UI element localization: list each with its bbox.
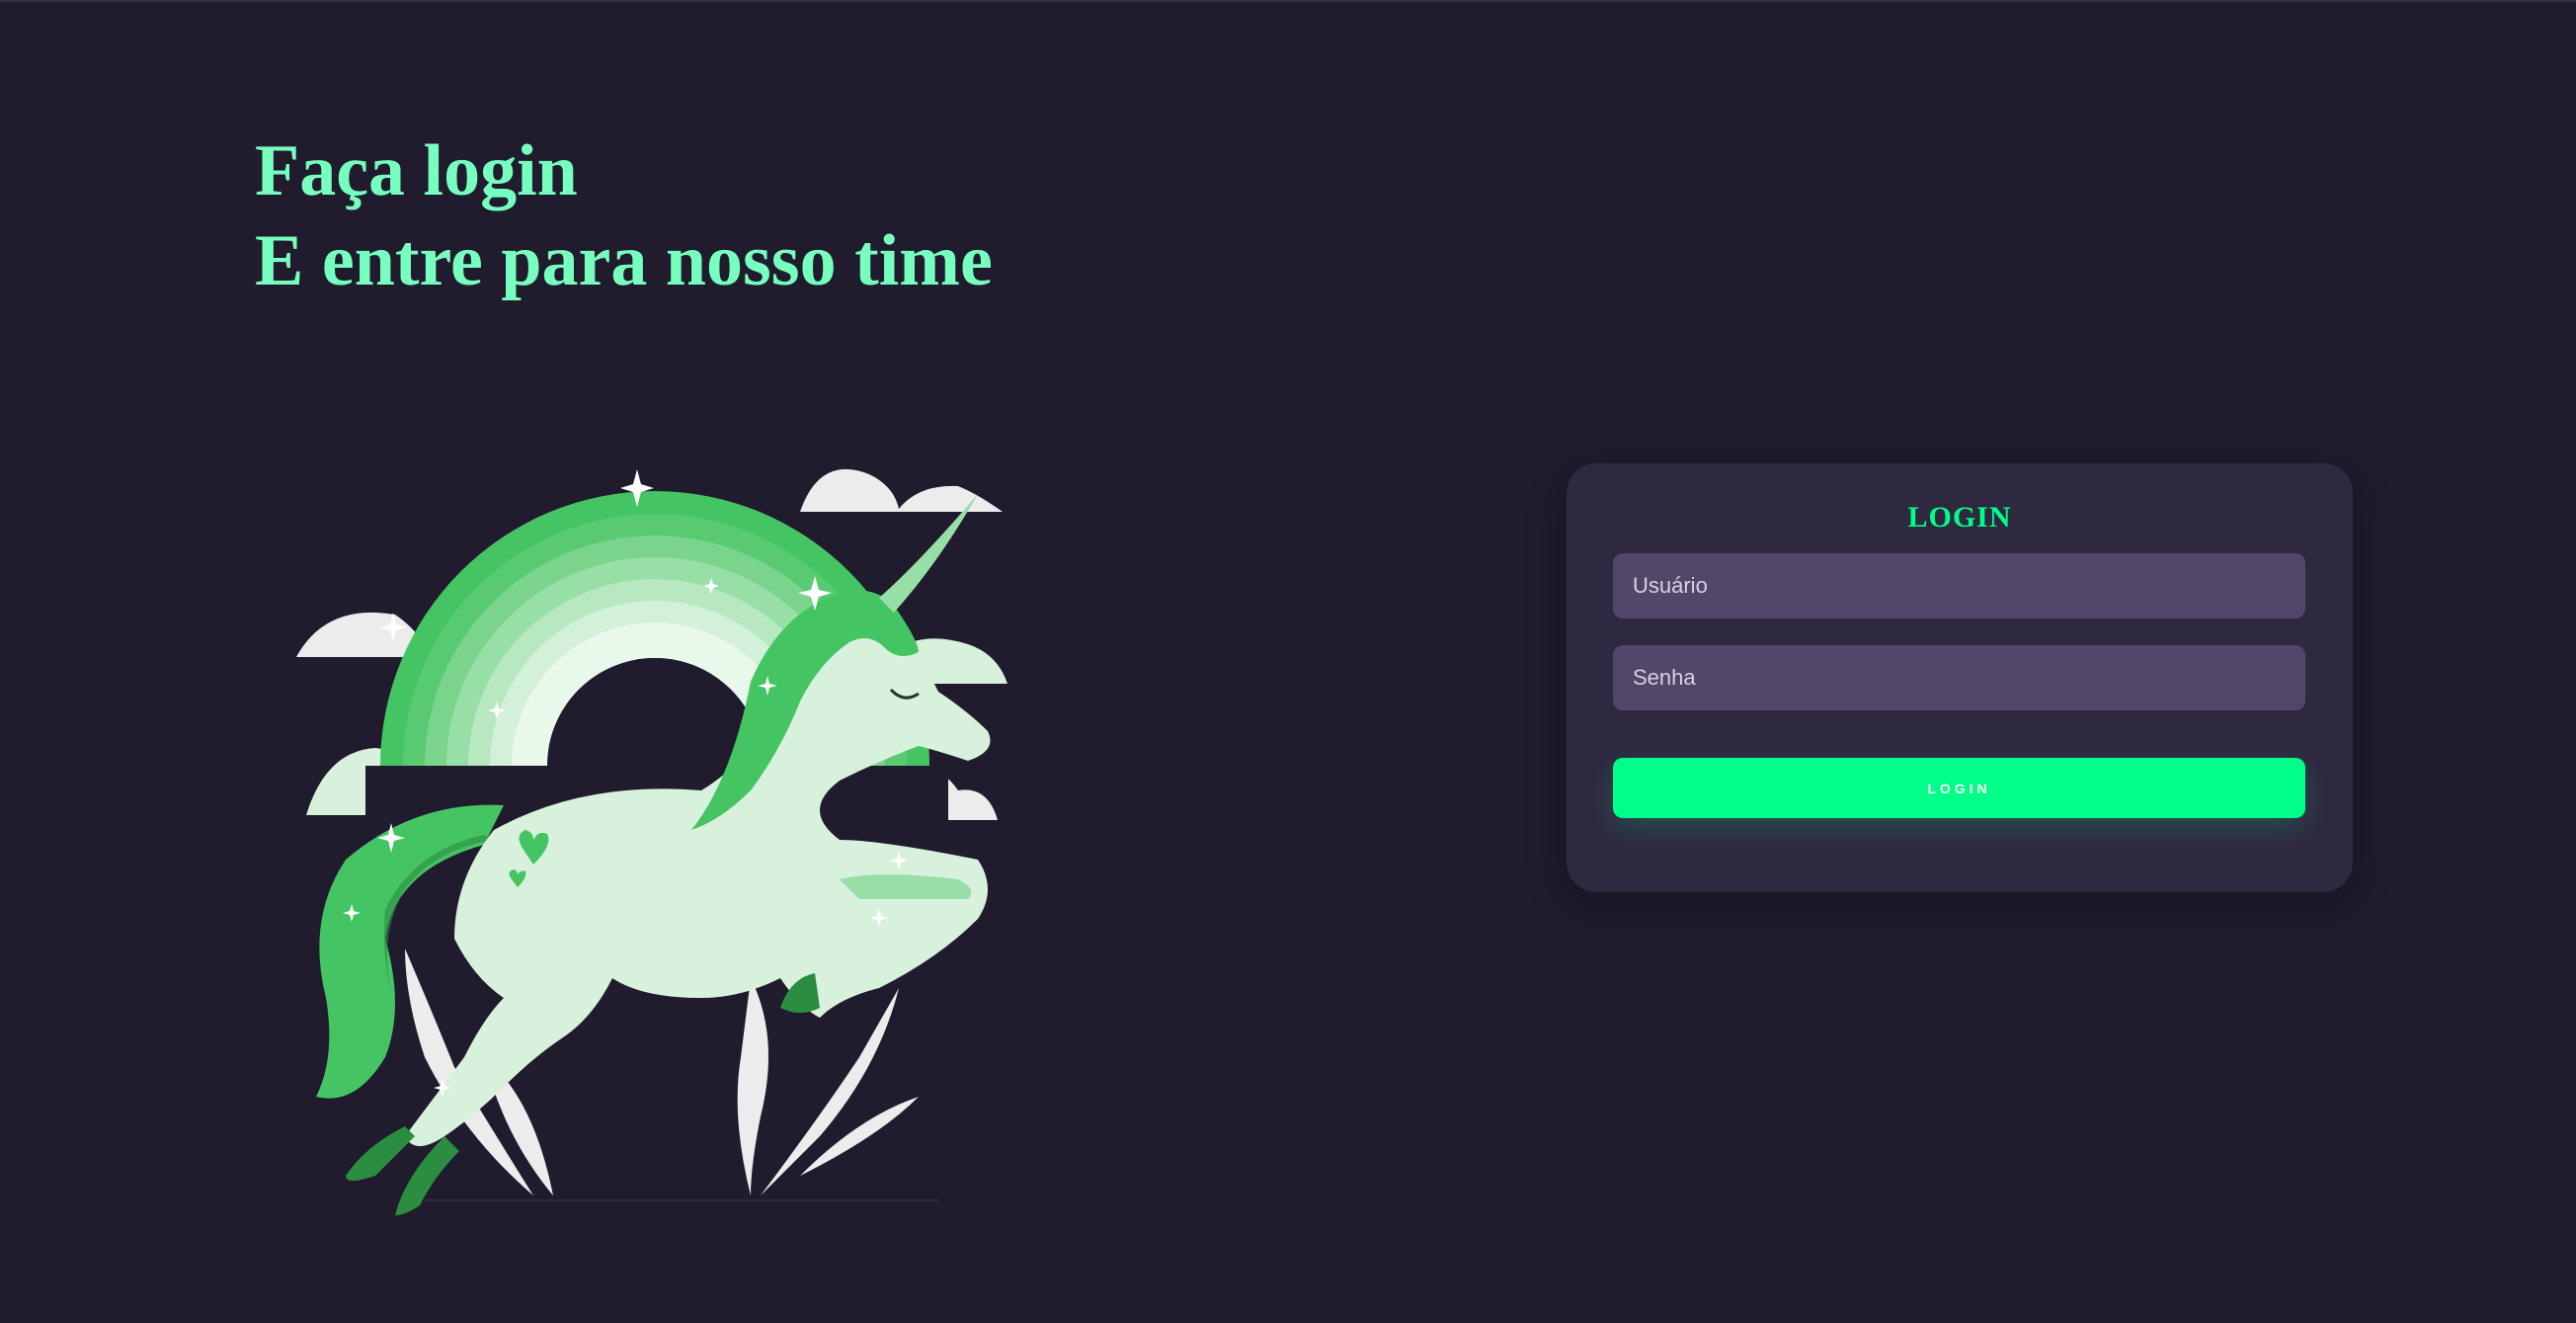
password-input[interactable] (1613, 645, 2305, 710)
headline-line-2: E entre para nosso time (255, 220, 993, 301)
headline-line-1: Faça login (255, 130, 578, 211)
page-headline: Faça login E entre para nosso time (255, 126, 993, 306)
username-input[interactable] (1613, 553, 2305, 619)
unicorn-illustration (296, 468, 1007, 1215)
top-border (0, 0, 2576, 2)
login-card: LOGIN LOGIN (1567, 463, 2353, 892)
login-title: LOGIN (1907, 501, 2012, 534)
login-button[interactable]: LOGIN (1613, 758, 2305, 818)
